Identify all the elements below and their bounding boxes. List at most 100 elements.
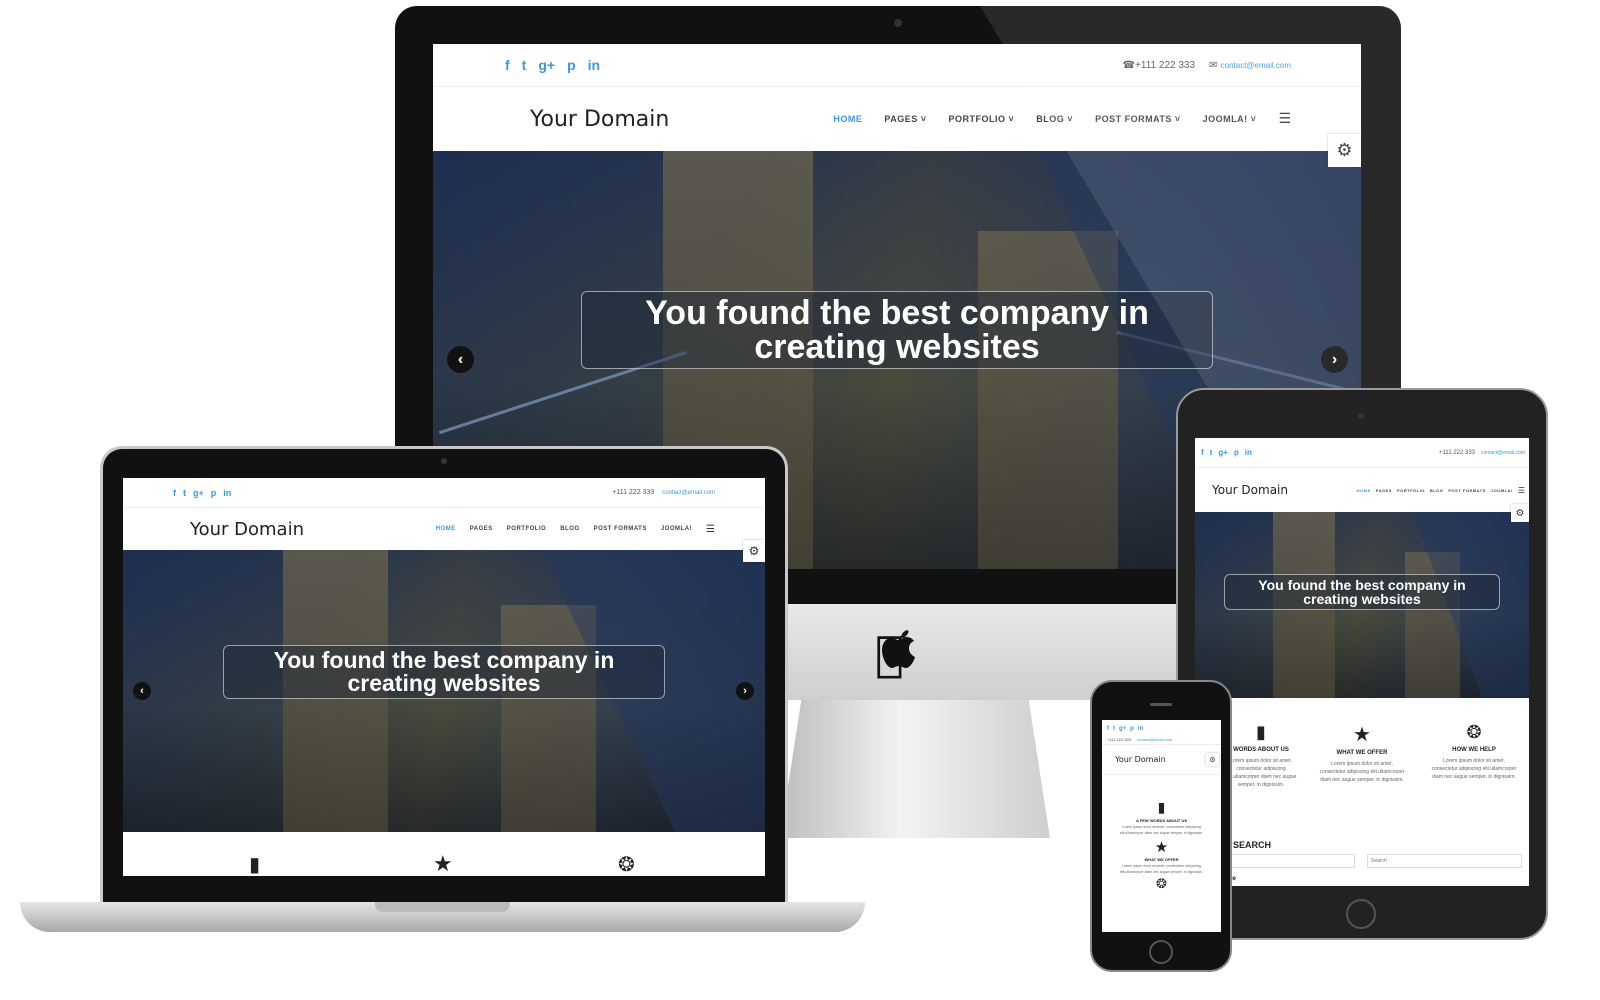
search-heading: SEARCH bbox=[1233, 840, 1272, 850]
star-icon: ★ bbox=[1154, 838, 1169, 857]
feature-text: Lorem ipsum dolor sit amet, consectetur … bbox=[1431, 758, 1517, 780]
linkedin-icon[interactable]: in bbox=[1138, 726, 1143, 732]
linkedin-icon[interactable]: in bbox=[1245, 448, 1252, 457]
menu-item-portfolio[interactable]: PORTFOLIO ˅ bbox=[949, 114, 1015, 124]
menu-item-joomla[interactable]: JOOMLA! bbox=[661, 526, 692, 532]
imac-camera bbox=[894, 19, 902, 27]
social-icons: f t g+ p in bbox=[1107, 726, 1217, 732]
bookmark-icon: ▮ bbox=[249, 852, 261, 876]
twitter-icon[interactable]: t bbox=[1210, 448, 1213, 457]
twitter-icon[interactable]: t bbox=[522, 57, 527, 73]
imac-stand bbox=[780, 698, 1050, 838]
rebel-icon: ❂ bbox=[618, 852, 635, 876]
features-section: ▮ ★ ❂ bbox=[123, 832, 765, 876]
navbar: Your Domain ⚙ bbox=[1102, 745, 1221, 775]
phone-number: +111 222 333 bbox=[1439, 449, 1476, 456]
slider-prev-button[interactable]: ‹ bbox=[133, 682, 151, 700]
settings-gear-icon[interactable]: ⚙ bbox=[743, 540, 765, 562]
social-icons: f t g+ p in bbox=[173, 488, 231, 498]
google-plus-icon[interactable]: g+ bbox=[1218, 448, 1228, 457]
slider-next-button[interactable]: › bbox=[736, 682, 754, 700]
menu-item-pages[interactable]: PAGES ˅ bbox=[884, 114, 926, 124]
pinterest-icon[interactable]: p bbox=[1130, 726, 1134, 732]
settings-gear-icon[interactable]: ⚙ bbox=[1511, 504, 1529, 522]
hero-caption: You found the best company in creating w… bbox=[581, 291, 1213, 369]
menu-item-pages[interactable]: PAGES bbox=[470, 526, 493, 532]
twitter-icon[interactable]: t bbox=[1113, 726, 1115, 732]
iphone-screen: f t g+ p in +111 222 333 contact@email.c… bbox=[1102, 720, 1221, 932]
caption-line: You found the best company in bbox=[273, 647, 615, 673]
responsive-devices-mockup:  f t g+ p in ☎+111 222 333 ✉ contact@em… bbox=[0, 0, 1600, 1000]
hamburger-icon[interactable]: ☰ bbox=[1518, 486, 1525, 495]
facebook-icon[interactable]: f bbox=[1107, 726, 1109, 732]
navbar: Your Domain HOME PAGES PORTFOLIO BLOG PO… bbox=[1195, 468, 1529, 512]
facebook-icon[interactable]: f bbox=[505, 57, 510, 73]
menu-item-home[interactable]: HOME bbox=[436, 526, 456, 532]
google-plus-icon[interactable]: g+ bbox=[1119, 726, 1126, 732]
search-field-left[interactable] bbox=[1225, 854, 1355, 868]
menu-item-home[interactable]: HOME bbox=[1357, 488, 1371, 493]
menu-item-pages[interactable]: PAGES bbox=[1376, 488, 1392, 493]
feature-text: Lorem ipsum dolor sit amet, consectetur … bbox=[1319, 761, 1405, 783]
main-menu: HOME PAGES PORTFOLIO BLOG POST FORMATS J… bbox=[436, 524, 715, 535]
site-logo[interactable]: Your Domain bbox=[1115, 755, 1166, 764]
facebook-icon[interactable]: f bbox=[1201, 448, 1204, 457]
social-icons: f t g+ p in bbox=[1201, 448, 1252, 457]
site-logo[interactable]: Your Domain bbox=[190, 519, 304, 540]
caption-line: creating websites bbox=[347, 670, 541, 696]
menu-item-joomla[interactable]: JOOMLA! bbox=[1491, 488, 1513, 493]
menu-item-post-formats[interactable]: POST FORMATS bbox=[594, 526, 647, 532]
google-plus-icon[interactable]: g+ bbox=[538, 57, 555, 73]
pinterest-icon[interactable]: p bbox=[211, 488, 217, 498]
feature-offer: ★ WHAT WE OFFER Lorem ipsum dolor sit am… bbox=[1319, 722, 1405, 784]
tower-right bbox=[978, 231, 1118, 569]
menu-item-blog[interactable]: BLOG bbox=[560, 526, 579, 532]
linkedin-icon[interactable]: in bbox=[223, 488, 231, 498]
menu-item-portfolio[interactable]: PORTFOLIO bbox=[1397, 488, 1425, 493]
macbook-screen: f t g+ p in +111 222 333 contact@email.c… bbox=[123, 478, 765, 876]
feature-text: Lorem ipsum dolor sit amet, consectetur … bbox=[1119, 825, 1204, 835]
iphone-speaker bbox=[1150, 703, 1172, 706]
tower-right bbox=[501, 605, 596, 832]
settings-gear-icon[interactable]: ⚙ bbox=[1206, 753, 1219, 766]
menu-item-blog[interactable]: BLOG bbox=[1430, 488, 1444, 493]
pinterest-icon[interactable]: p bbox=[1234, 448, 1239, 457]
feature-text: Lorem ipsum dolor sit amet, consectetur … bbox=[1225, 758, 1297, 788]
menu-item-post-formats[interactable]: POST FORMATS bbox=[1448, 488, 1485, 493]
site-logo[interactable]: Your Domain bbox=[530, 107, 669, 132]
menu-item-home[interactable]: HOME bbox=[833, 114, 862, 124]
site-logo[interactable]: Your Domain bbox=[1212, 483, 1288, 497]
phone-number: +111 222 333 bbox=[1107, 737, 1131, 742]
search-input[interactable] bbox=[1367, 854, 1522, 868]
email-link[interactable]: contact@email.com bbox=[1137, 737, 1172, 742]
facebook-icon[interactable]: f bbox=[173, 488, 176, 498]
bookmark-icon: ▮ bbox=[1256, 722, 1266, 743]
slider-prev-button[interactable]: ‹ bbox=[447, 346, 474, 373]
contact-info: +111 222 333 contact@email.com bbox=[1107, 737, 1217, 742]
iphone-home-button[interactable] bbox=[1149, 940, 1173, 964]
menu-item-portfolio[interactable]: PORTFOLIO bbox=[507, 526, 547, 532]
email-link[interactable]: contact@email.com bbox=[1481, 450, 1525, 456]
feature-text: Lorem ipsum dolor sit amet, consectetur … bbox=[1119, 864, 1204, 874]
topbar: f t g+ p in +111 222 333 contact@email.c… bbox=[1102, 720, 1221, 745]
linkedin-icon[interactable]: in bbox=[588, 57, 600, 73]
ipad-home-button[interactable] bbox=[1346, 899, 1376, 929]
hero-slider: You found the best company in creating w… bbox=[1195, 512, 1529, 698]
hero-caption: You found the best company in creating w… bbox=[223, 645, 665, 699]
apple-logo-icon bbox=[882, 630, 915, 668]
hero-slider: You found the best company in creating w… bbox=[123, 550, 765, 832]
star-icon: ★ bbox=[1353, 722, 1371, 746]
ipad-screen: f t g+ p in +111 222 333 contact@email.c… bbox=[1195, 438, 1529, 886]
feature-title: WORDS ABOUT US bbox=[1233, 747, 1289, 753]
twitter-icon[interactable]: t bbox=[183, 488, 186, 498]
feature-title: A FEW WORDS ABOUT US bbox=[1135, 818, 1188, 823]
email-link[interactable]: contact@email.com bbox=[662, 490, 715, 496]
google-plus-icon[interactable]: g+ bbox=[193, 488, 204, 498]
pinterest-icon[interactable]: p bbox=[567, 57, 576, 73]
hamburger-icon[interactable]: ☰ bbox=[706, 524, 715, 535]
contact-info: +111 222 333 contact@email.com bbox=[1439, 450, 1525, 456]
bookmark-icon: ▮ bbox=[1157, 800, 1166, 816]
star-icon: ★ bbox=[433, 852, 453, 876]
ipad-camera bbox=[1358, 413, 1364, 419]
topbar: f t g+ p in +111 222 333 contact@email.c… bbox=[123, 478, 765, 508]
